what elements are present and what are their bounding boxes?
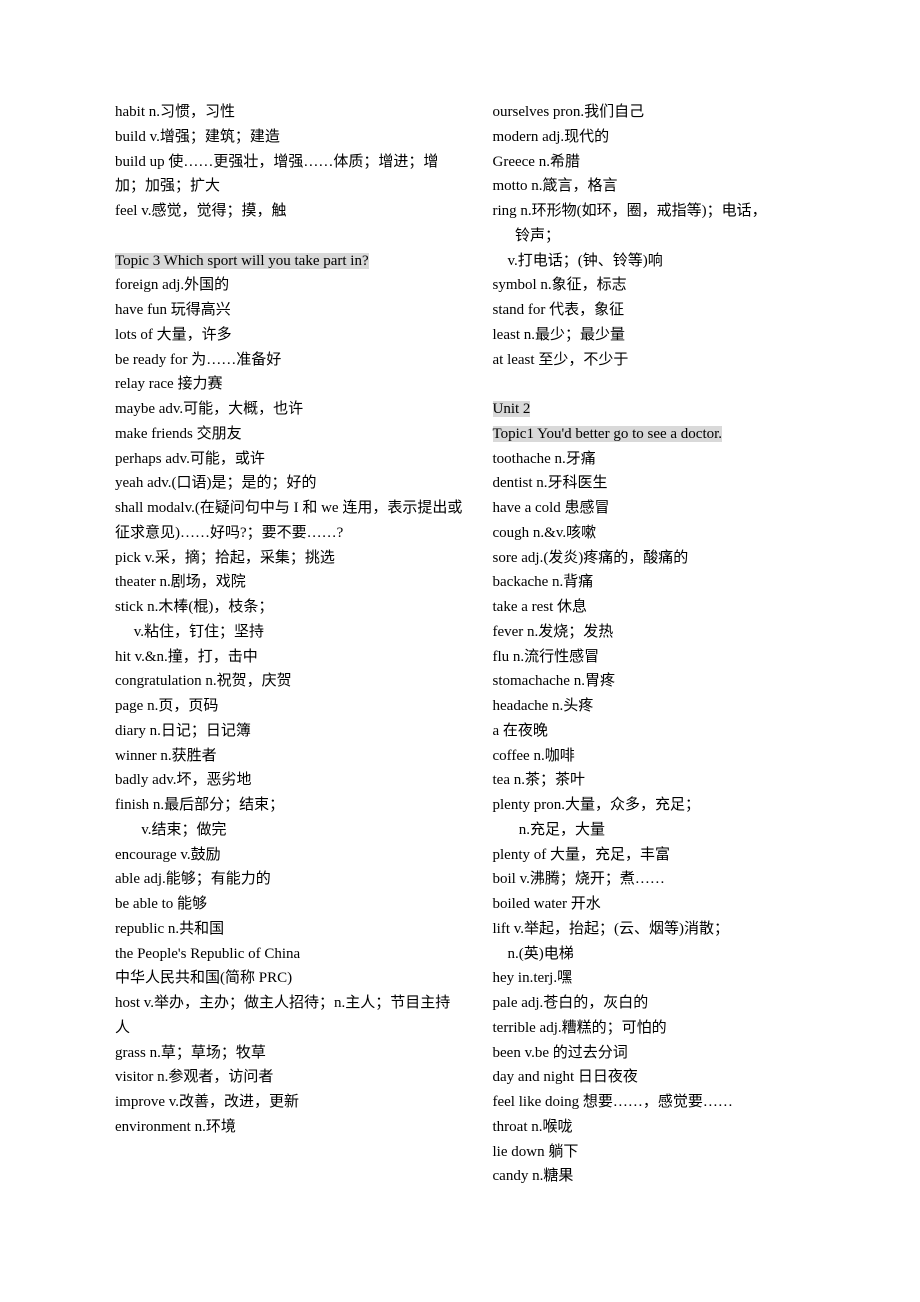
vocab-entry: coffee n.咖啡: [493, 744, 841, 769]
right-column: ourselves pron.我们自己 modern adj.现代的 Greec…: [493, 100, 841, 1189]
vocab-entry: ourselves pron.我们自己: [493, 100, 841, 125]
topic-text: Topic1 You'd better go to see a doctor.: [493, 426, 723, 442]
vocab-entry: lift v.举起，抬起；(云、烟等)消散；: [493, 917, 841, 942]
vocab-entry: candy n.糖果: [493, 1164, 841, 1189]
vocab-entry: able adj.能够；有能力的: [115, 867, 463, 892]
vocab-entry: lie down 躺下: [493, 1140, 841, 1165]
vocab-entry: stand for 代表，象征: [493, 298, 841, 323]
vocab-entry: perhaps adv.可能，或许: [115, 447, 463, 472]
vocab-entry: 铃声；: [493, 224, 841, 249]
vocab-entry: build v.增强；建筑；建造: [115, 125, 463, 150]
vocab-entry: encourage v.鼓励: [115, 843, 463, 868]
unit-heading: Unit 2: [493, 397, 841, 422]
vocab-entry: n.充足，大量: [493, 818, 841, 843]
vocab-entry: throat n.喉咙: [493, 1115, 841, 1140]
vocab-entry: cough n.&v.咳嗽: [493, 521, 841, 546]
topic-heading: Topic1 You'd better go to see a doctor.: [493, 422, 841, 447]
vocab-entry: terrible adj.糟糕的；可怕的: [493, 1016, 841, 1041]
vocab-entry: backache n.背痛: [493, 570, 841, 595]
vocab-entry: winner n.获胜者: [115, 744, 463, 769]
vocab-entry: sore adj.(发炎)疼痛的，酸痛的: [493, 546, 841, 571]
vocab-entry: plenty pron.大量，众多，充足；: [493, 793, 841, 818]
vocab-entry: toothache n.牙痛: [493, 447, 841, 472]
vocab-entry: dentist n.牙科医生: [493, 471, 841, 496]
topic-heading: Topic 3 Which sport will you take part i…: [115, 249, 463, 274]
vocab-entry: maybe adv.可能，大概，也许: [115, 397, 463, 422]
vocab-entry: flu n.流行性感冒: [493, 645, 841, 670]
unit-text: Unit 2: [493, 401, 531, 417]
blank-line: [493, 372, 841, 397]
vocab-entry: plenty of 大量，充足，丰富: [493, 843, 841, 868]
vocab-entry: boiled water 开水: [493, 892, 841, 917]
vocab-entry: pale adj.苍白的，灰白的: [493, 991, 841, 1016]
vocab-entry: day and night 日日夜夜: [493, 1065, 841, 1090]
vocab-entry: foreign adj.外国的: [115, 273, 463, 298]
vocab-entry: visitor n.参观者，访问者: [115, 1065, 463, 1090]
vocab-entry: habit n.习惯，习性: [115, 100, 463, 125]
vocab-entry: boil v.沸腾；烧开；煮……: [493, 867, 841, 892]
vocab-entry: a 在夜晚: [493, 719, 841, 744]
vocab-entry: symbol n.象征，标志: [493, 273, 841, 298]
vocab-entry: have a cold 患感冒: [493, 496, 841, 521]
vocab-entry: be able to 能够: [115, 892, 463, 917]
vocab-entry: stomachache n.胃疼: [493, 669, 841, 694]
vocab-entry: improve v.改善，改进，更新: [115, 1090, 463, 1115]
vocab-entry: hit v.&n.撞，打，击中: [115, 645, 463, 670]
blank-line: [115, 224, 463, 249]
vocab-entry: hey in.terj.嘿: [493, 966, 841, 991]
vocab-entry: make friends 交朋友: [115, 422, 463, 447]
vocab-entry: tea n.茶；茶叶: [493, 768, 841, 793]
vocab-entry: build up 使……更强壮，增强……体质；增进；增加；加强；扩大: [115, 150, 463, 200]
vocab-entry: theater n.剧场，戏院: [115, 570, 463, 595]
vocab-entry: shall modalv.(在疑问句中与 I 和 we 连用，表示提出或征求意见…: [115, 496, 463, 546]
vocab-entry: yeah adv.(口语)是；是的；好的: [115, 471, 463, 496]
topic-text: Topic 3 Which sport will you take part i…: [115, 253, 369, 269]
vocab-entry: grass n.草；草场；牧草: [115, 1041, 463, 1066]
vocab-entry: stick n.木棒(棍)，枝条；: [115, 595, 463, 620]
vocab-entry: congratulation n.祝贺，庆贺: [115, 669, 463, 694]
vocab-entry: take a rest 休息: [493, 595, 841, 620]
vocab-entry: pick v.采，摘；拾起，采集；挑选: [115, 546, 463, 571]
vocab-entry: 中华人民共和国(简称 PRC): [115, 966, 463, 991]
vocab-entry: modern adj.现代的: [493, 125, 841, 150]
vocab-entry: n.(英)电梯: [493, 942, 841, 967]
vocab-entry: v.结束；做完: [115, 818, 463, 843]
vocab-entry: Greece n.希腊: [493, 150, 841, 175]
vocab-entry: host v.举办，主办；做主人招待；n.主人；节目主持人: [115, 991, 463, 1041]
vocab-entry: at least 至少，不少于: [493, 348, 841, 373]
vocab-entry: feel v.感觉，觉得；摸，触: [115, 199, 463, 224]
vocab-entry: relay race 接力赛: [115, 372, 463, 397]
vocab-entry: have fun 玩得高兴: [115, 298, 463, 323]
vocab-entry: republic n.共和国: [115, 917, 463, 942]
vocab-entry: be ready for 为……准备好: [115, 348, 463, 373]
vocab-entry: v.粘住，钉住；坚持: [115, 620, 463, 645]
vocab-entry: been v.be 的过去分词: [493, 1041, 841, 1066]
vocab-entry: diary n.日记；日记簿: [115, 719, 463, 744]
vocab-entry: badly adv.坏，恶劣地: [115, 768, 463, 793]
vocab-entry: finish n.最后部分；结束；: [115, 793, 463, 818]
vocab-entry: least n.最少；最少量: [493, 323, 841, 348]
left-column: habit n.习惯，习性 build v.增强；建筑；建造 build up …: [115, 100, 463, 1189]
vocab-entry: fever n.发烧；发热: [493, 620, 841, 645]
vocab-entry: page n.页，页码: [115, 694, 463, 719]
vocab-entry: environment n.环境: [115, 1115, 463, 1140]
vocab-entry: ring n.环形物(如环，圈，戒指等)；电话，: [493, 199, 841, 224]
vocab-entry: v.打电话；(钟、铃等)响: [493, 249, 841, 274]
vocab-entry: headache n.头疼: [493, 694, 841, 719]
vocab-entry: motto n.箴言，格言: [493, 174, 841, 199]
vocab-entry: the People's Republic of China: [115, 942, 463, 967]
vocab-entry: lots of 大量，许多: [115, 323, 463, 348]
vocab-entry: feel like doing 想要……，感觉要……: [493, 1090, 841, 1115]
